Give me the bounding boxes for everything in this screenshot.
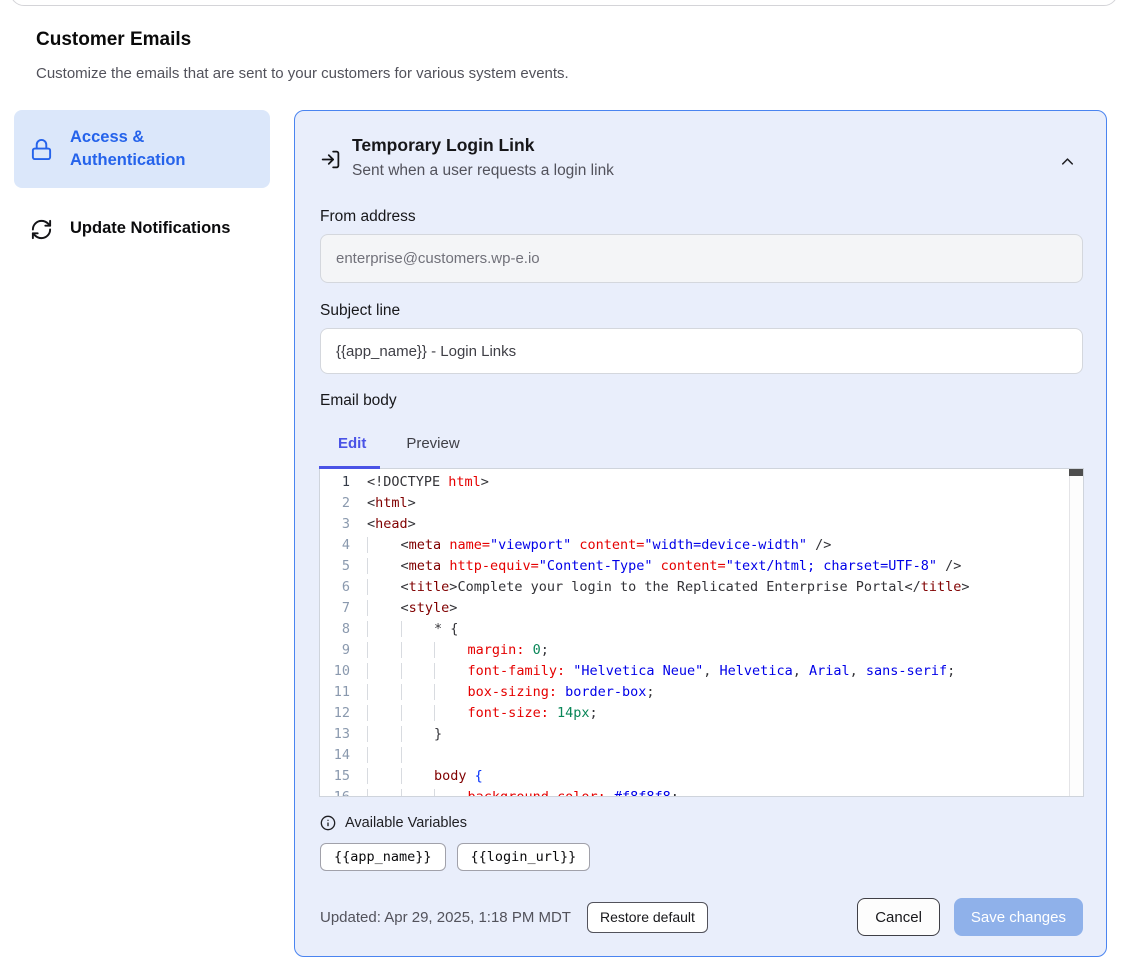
page-description: Customize the emails that are sent to yo… (36, 65, 569, 82)
active-tab-indicator (319, 466, 380, 469)
subject-line-input[interactable] (320, 328, 1083, 374)
lock-icon (30, 138, 53, 161)
code-lines: 1<!DOCTYPE html>2<html>3<head>4 <meta na… (320, 472, 1069, 797)
subject-line-label: Subject line (320, 302, 400, 320)
code-line: 8 * { (320, 619, 1069, 640)
sidebar-item-update-notifications[interactable]: Update Notifications (14, 205, 270, 253)
code-line: 11 box-sizing: border-box; (320, 682, 1069, 703)
from-address-input (320, 234, 1083, 283)
line-number: 13 (320, 724, 364, 745)
save-changes-button[interactable]: Save changes (954, 898, 1083, 936)
previous-card-bottom-edge (10, 0, 1118, 6)
line-number: 1 (320, 472, 364, 493)
from-address-label: From address (320, 208, 416, 226)
code-line: 13 } (320, 724, 1069, 745)
code-line: 1<!DOCTYPE html> (320, 472, 1069, 493)
template-title: Temporary Login Link (352, 135, 534, 156)
line-number: 5 (320, 556, 364, 577)
available-variables-label: Available Variables (345, 815, 467, 831)
variable-chip-app-name[interactable]: {{app_name}} (320, 843, 446, 871)
info-icon (320, 815, 336, 831)
restore-default-button[interactable]: Restore default (587, 902, 708, 933)
code-line: 16 background-color: #f8f8f8; (320, 787, 1069, 797)
template-subtitle: Sent when a user requests a login link (352, 162, 614, 180)
code-line: 9 margin: 0; (320, 640, 1069, 661)
code-line: 14 (320, 745, 1069, 766)
available-variables-row: Available Variables (320, 815, 467, 831)
line-number: 12 (320, 703, 364, 724)
line-number: 10 (320, 661, 364, 682)
chevron-up-icon (1058, 152, 1088, 171)
code-line: 2<html> (320, 493, 1069, 514)
email-body-tabs: Edit Preview (338, 435, 460, 452)
refresh-icon (30, 218, 53, 241)
code-line: 15 body { (320, 766, 1069, 787)
sidebar-item-label: Access & Authentication (70, 126, 254, 172)
line-number: 2 (320, 493, 364, 514)
code-line: 5 <meta http-equiv="Content-Type" conten… (320, 556, 1069, 577)
sidebar-item-access-authentication[interactable]: Access & Authentication (14, 110, 270, 188)
line-number: 9 (320, 640, 364, 661)
line-number: 7 (320, 598, 364, 619)
line-number: 11 (320, 682, 364, 703)
code-line: 3<head> (320, 514, 1069, 535)
email-body-label: Email body (320, 392, 397, 410)
card-footer: Updated: Apr 29, 2025, 1:18 PM MDT Resto… (320, 898, 1083, 936)
page-title: Customer Emails (36, 29, 191, 51)
code-line: 4 <meta name="viewport" content="width=d… (320, 535, 1069, 556)
tab-edit[interactable]: Edit (338, 435, 366, 452)
line-number: 3 (320, 514, 364, 535)
line-number: 6 (320, 577, 364, 598)
code-line: 12 font-size: 14px; (320, 703, 1069, 724)
variable-chips: {{app_name}} {{login_url}} (320, 843, 590, 871)
cancel-button[interactable]: Cancel (857, 898, 940, 936)
line-number: 8 (320, 619, 364, 640)
scrollbar-thumb[interactable] (1069, 469, 1083, 476)
code-editor[interactable]: 1<!DOCTYPE html>2<html>3<head>4 <meta na… (319, 468, 1084, 797)
sidebar-item-label: Update Notifications (70, 217, 230, 240)
collapse-button[interactable] (1058, 147, 1088, 175)
code-line: 6 <title>Complete your login to the Repl… (320, 577, 1069, 598)
editor-scrollbar[interactable] (1069, 469, 1083, 796)
variable-chip-login-url[interactable]: {{login_url}} (457, 843, 591, 871)
line-number: 16 (320, 787, 364, 797)
line-number: 14 (320, 745, 364, 766)
email-template-card: Temporary Login Link Sent when a user re… (294, 110, 1107, 957)
log-in-icon (320, 149, 341, 170)
code-line: 10 font-family: "Helvetica Neue", Helvet… (320, 661, 1069, 682)
line-number: 4 (320, 535, 364, 556)
line-number: 15 (320, 766, 364, 787)
updated-timestamp: Updated: Apr 29, 2025, 1:18 PM MDT (320, 909, 571, 926)
tab-preview[interactable]: Preview (406, 435, 459, 452)
code-line: 7 <style> (320, 598, 1069, 619)
